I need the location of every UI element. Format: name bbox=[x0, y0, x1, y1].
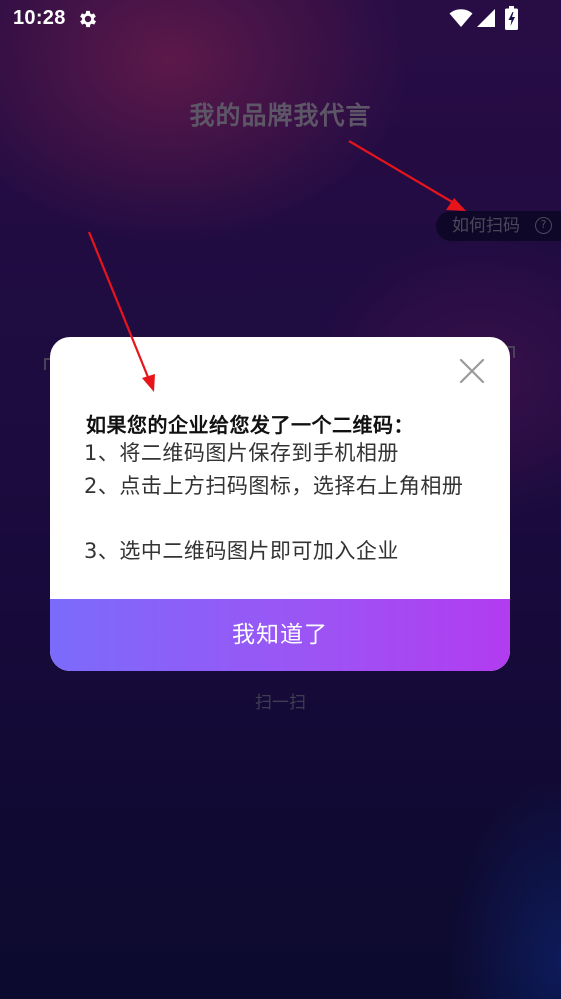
wifi-icon bbox=[449, 9, 473, 27]
dialog-step-1: 1、将二维码图片保存到手机相册 bbox=[84, 441, 399, 465]
dialog-step-3: 3、选中二维码图片即可加入企业 bbox=[84, 539, 399, 563]
status-bar: 10:28 bbox=[0, 0, 561, 38]
dialog-heading: 如果您的企业给您发了一个二维码： bbox=[86, 413, 414, 437]
qr-help-dialog: 如果您的企业给您发了一个二维码： 1、将二维码图片保存到手机相册 2、点击上方扫… bbox=[50, 337, 510, 671]
confirm-button[interactable]: 我知道了 bbox=[50, 599, 510, 671]
close-icon[interactable] bbox=[458, 357, 486, 385]
status-time: 10:28 bbox=[13, 7, 66, 29]
dialog-step-2: 2、点击上方扫码图标，选择右上角相册 bbox=[84, 474, 464, 498]
battery-charging-icon bbox=[505, 6, 518, 30]
signal-icon bbox=[477, 9, 495, 27]
gear-icon bbox=[80, 10, 96, 28]
